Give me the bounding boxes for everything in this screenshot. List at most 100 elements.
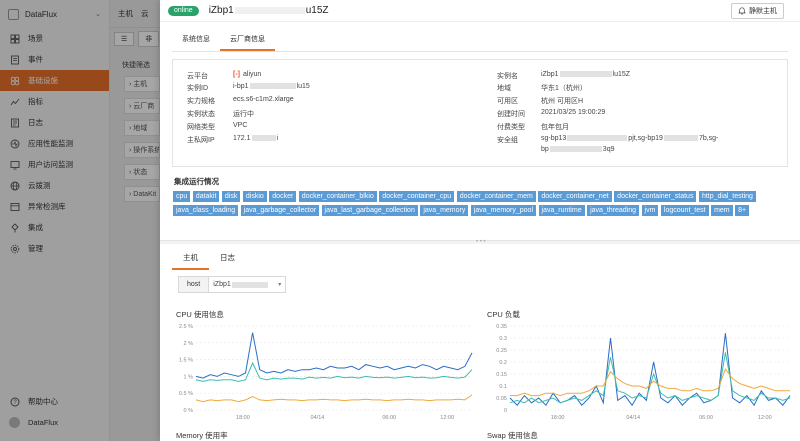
info-key: 实例状态 (187, 111, 215, 118)
y-tick-label: 0.5 % (179, 391, 193, 397)
y-tick-label: 0 (504, 408, 507, 414)
integration-tag[interactable]: jvm (641, 205, 659, 216)
series-line-2 (195, 394, 473, 403)
integration-tag[interactable]: docker_container_blkio (298, 191, 377, 202)
x-tick-label: 12:00 (758, 415, 772, 421)
info-key: 云平台 (187, 73, 208, 80)
y-tick-label: 0.35 (496, 324, 507, 330)
y-tick-label: 0.2 (499, 360, 507, 366)
y-tick-label: 0.1 (499, 384, 507, 390)
mute-host-button[interactable]: 静默主机 (731, 3, 784, 19)
info-value: iZbp1 lu15Z (541, 71, 631, 78)
info-value: aliyun (243, 71, 262, 78)
integration-tag[interactable]: java_threading (587, 205, 640, 216)
cpu-load-chart: 0.35 0.3 0.25 0.2 0.15 0.1 0.05 0 18:00 04/14 06:0… (496, 324, 791, 421)
info-key: 安全组 (497, 137, 518, 144)
host-detail-drawer: online iZbp1 u15Z 静默主机 系统信息 云厂商信息 云平台 [-]… (160, 0, 800, 441)
y-tick-label: 2 % (184, 341, 194, 347)
integration-tag[interactable]: docker_container_mem (456, 191, 536, 202)
panel-resize-handle[interactable]: • • • (160, 239, 800, 245)
series-line-0 (195, 332, 473, 379)
info-key: 实例ID (187, 85, 208, 92)
host-title: iZbp1 u15Z (208, 5, 329, 16)
cpu-usage-title: CPU 使用信息 (176, 310, 224, 319)
info-key: 实例名 (497, 73, 518, 80)
info-key: 地域 (497, 85, 511, 92)
info-value: 运行中 (233, 111, 254, 118)
integration-tag[interactable]: java_memory_pool (470, 205, 537, 216)
tab-system-info[interactable]: 系统信息 (172, 30, 220, 51)
info-key: 创建时间 (497, 111, 525, 118)
x-tick-label: 04/14 (626, 415, 640, 421)
tab-logs[interactable]: 日志 (209, 248, 246, 270)
info-key: 网络类型 (187, 124, 215, 131)
integration-tag[interactable]: 8+ (735, 205, 750, 216)
drag-handle-icon: • • • (476, 239, 486, 245)
integration-tags: cpu datakit disk diskio docker docker_contain… (173, 191, 773, 219)
y-tick-label: 1 % (184, 374, 194, 380)
modal-overlay[interactable] (0, 0, 160, 441)
chevron-down-icon: ▾ (278, 282, 282, 288)
metric-tabs: 主机 日志 (172, 248, 246, 270)
info-value: ecs.s6-c1m2.xlarge (233, 96, 294, 103)
integration-tag[interactable]: docker (269, 191, 297, 202)
integration-tag[interactable]: docker_container_net (538, 191, 612, 202)
host-selector-label: host (179, 277, 210, 292)
integration-tag[interactable]: docker_container_cpu (379, 191, 455, 202)
integration-tag[interactable]: java_memory (420, 205, 469, 216)
info-value: VPC (233, 122, 248, 129)
info-key: 可用区 (497, 98, 518, 105)
info-value: sg-bp13 pjt,sg-bp19 7b,sg- (541, 135, 719, 142)
x-tick-label: 18:00 (236, 415, 250, 421)
integration-tag[interactable]: java_class_loading (173, 205, 239, 216)
bell-icon (738, 7, 746, 15)
info-value: 2021/03/25 19:00:29 (541, 109, 606, 116)
host-select[interactable]: iZbp1 ▾ (209, 277, 286, 292)
info-key: 主私网IP (187, 137, 215, 144)
integration-tag[interactable]: datakit (192, 191, 220, 202)
integration-tag[interactable]: java_garbage_collector (240, 205, 320, 216)
y-tick-label: 0.15 (496, 372, 507, 378)
tab-cloud-info[interactable]: 云厂商信息 (220, 30, 275, 51)
integration-tag[interactable]: mem (711, 205, 733, 216)
detail-tabs: 系统信息 云厂商信息 (172, 30, 788, 52)
host-selector[interactable]: host iZbp1 ▾ (178, 276, 287, 293)
series-line-1 (195, 361, 473, 382)
y-tick-label: 0.3 (499, 336, 507, 342)
info-key: 付费类型 (497, 124, 525, 131)
integration-tag[interactable]: disk (221, 191, 241, 202)
info-key: 实力规格 (187, 98, 215, 105)
integration-tag[interactable]: diskio (242, 191, 267, 202)
y-tick-label: 0.05 (496, 396, 507, 402)
x-tick-label: 04/14 (311, 415, 325, 421)
info-value: 172.1 i (233, 135, 279, 142)
integration-tag[interactable]: docker_container_status (614, 191, 697, 202)
y-tick-label: 2.5 % (179, 324, 193, 330)
info-value: 华东1（杭州） (541, 85, 587, 92)
info-value: i-bp1 lu15 (233, 83, 310, 90)
memory-usage-title: Memory 使用率 (176, 431, 228, 440)
series-line-0 (509, 333, 791, 407)
tab-host-metrics[interactable]: 主机 (172, 248, 209, 270)
cloud-info-panel: 云平台 [-] aliyun 实例ID i-bp1 lu15 实力规格 ecs.s6… (172, 59, 788, 167)
integration-tag[interactable]: logcount_test (660, 205, 709, 216)
x-tick-label: 12:00 (440, 415, 454, 421)
x-tick-label: 06:00 (382, 415, 396, 421)
cpu-load-title: CPU 负载 (487, 310, 520, 319)
y-tick-label: 1.5 % (179, 358, 193, 364)
swap-usage-title: Swap 使用信息 (487, 431, 538, 440)
integration-tag[interactable]: cpu (173, 191, 191, 202)
status-badge: online (168, 5, 199, 16)
integration-tag[interactable]: java_runtime (538, 205, 585, 216)
info-value-continued: bp 3q9 (541, 146, 615, 153)
aliyun-logo-icon: [-] (233, 71, 240, 78)
info-value: 杭州 可用区H (541, 98, 583, 105)
info-value: 包年包月 (541, 124, 569, 131)
cpu-usage-chart: 2.5 % 2 % 1.5 % 1 % 0.5 % 0 % 18:00 04/14 06:00 1… (179, 324, 473, 421)
y-tick-label: 0.25 (496, 348, 507, 354)
x-tick-label: 06:00 (699, 415, 713, 421)
integration-tag[interactable]: java_last_garbage_collection (321, 205, 418, 216)
mute-host-label: 静默主机 (749, 8, 777, 15)
integration-status-title: 集成运行情况 (174, 177, 219, 186)
integration-tag[interactable]: http_dial_testing (698, 191, 756, 202)
